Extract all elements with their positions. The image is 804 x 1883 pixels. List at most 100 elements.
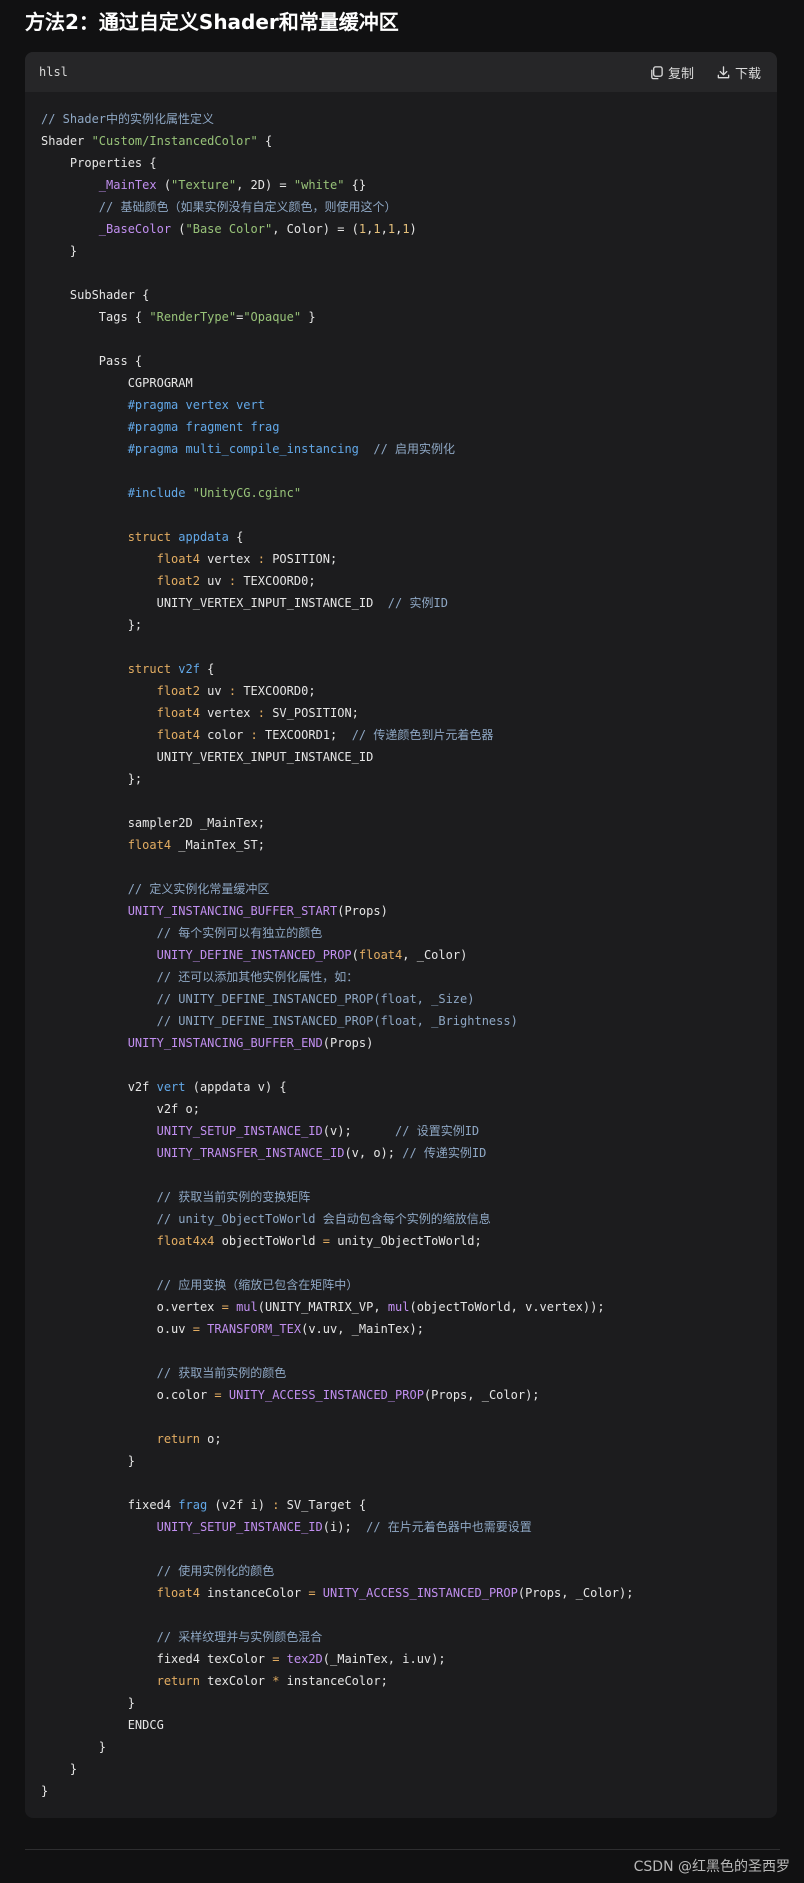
code-token: vertex vert — [178, 398, 265, 412]
code-token: // 定义实例化常量缓冲区 — [41, 882, 270, 896]
code-token: // 应用变换（缩放已包含在矩阵中） — [41, 1278, 359, 1292]
code-token: = — [221, 1300, 229, 1314]
code-token: return — [41, 1674, 200, 1688]
code-token: appdata — [171, 530, 229, 544]
code-token: sampler2D _MainTex; — [41, 816, 265, 830]
code-line: _MainTex ("Texture", 2D) = "white" {} — [41, 174, 761, 196]
code-token: TRANSFORM_TEX — [199, 1322, 302, 1336]
download-icon — [717, 65, 730, 78]
code-token: v2f — [41, 1080, 157, 1094]
code-token: UNITY_SETUP_INSTANCE_ID — [41, 1124, 323, 1138]
code-token: "UnityCG.cginc" — [185, 486, 302, 500]
code-token: Properties { — [41, 156, 157, 170]
code-token: (Props) — [322, 1036, 374, 1050]
code-line: UNITY_DEFINE_INSTANCED_PROP(float4, _Col… — [41, 944, 761, 966]
code-token: // 还可以添加其他实例化属性，如： — [41, 970, 359, 984]
code-token: POSITION; — [264, 552, 338, 566]
code-token: } — [41, 1784, 49, 1798]
code-token: v2f — [171, 662, 200, 676]
code-token: : — [228, 574, 237, 588]
copy-icon — [651, 65, 663, 79]
code-token: // 获取当前实例的颜色 — [41, 1366, 287, 1380]
code-token: "Base Color" — [185, 222, 273, 236]
code-line: // 基础颜色（如果实例没有自定义颜色，则使用这个） — [41, 196, 761, 218]
code-token: UNITY_VERTEX_INPUT_INSTANCE_ID — [41, 596, 374, 610]
code-token: // 启用实例化 — [358, 442, 456, 456]
code-token: }; — [41, 618, 143, 632]
code-token: tex2D — [279, 1652, 323, 1666]
code-token: (v.uv, _MainTex); — [301, 1322, 424, 1336]
code-token: _MainTex_ST; — [171, 838, 265, 852]
code-line: }; — [41, 614, 761, 636]
code-token: // 获取当前实例的变换矩阵 — [41, 1190, 311, 1204]
code-line: float4 _MainTex_ST; — [41, 834, 761, 856]
code-line: #pragma fragment frag — [41, 416, 761, 438]
code-line: ​ — [41, 1406, 761, 1428]
code-line: ENDCG — [41, 1714, 761, 1736]
code-line: Pass { — [41, 350, 761, 372]
code-token: #pragma — [41, 398, 179, 412]
code-token: struct — [41, 662, 172, 676]
code-token: float4 — [41, 728, 200, 742]
code-token: : — [257, 552, 265, 566]
code-line: } — [41, 1736, 761, 1758]
code-line: // 采样纹理并与实例颜色混合 — [41, 1626, 761, 1648]
code-line: UNITY_SETUP_INSTANCE_ID(v); // 设置实例ID — [41, 1120, 761, 1142]
code-line: o.vertex = mul(UNITY_MATRIX_VP, mul(obje… — [41, 1296, 761, 1318]
code-token: instanceColor — [199, 1586, 309, 1600]
code-line: fixed4 texColor = tex2D(_MainTex, i.uv); — [41, 1648, 761, 1670]
code-token: : — [228, 684, 237, 698]
code-token: // Shader中的实例化属性定义 — [41, 112, 215, 126]
code-token: // unity_ObjectToWorld 会自动包含每个实例的缩放信息 — [41, 1212, 491, 1226]
code-token: // 实例ID — [373, 596, 448, 610]
copy-button[interactable]: 复制 — [649, 63, 694, 82]
code-line: SubShader { — [41, 284, 761, 306]
code-token: (v, o); — [344, 1146, 396, 1160]
code-token: float4x4 — [41, 1234, 215, 1248]
code-token: "Custom/InstancedColor" — [91, 134, 258, 148]
code-line: ​ — [41, 1340, 761, 1362]
code-token: o.vertex — [41, 1300, 222, 1314]
code-token: UNITY_TRANSFER_INSTANCE_ID — [41, 1146, 345, 1160]
code-token: (Props, _Color); — [423, 1388, 540, 1402]
code-line: } — [41, 1758, 761, 1780]
code-token: }; — [41, 772, 143, 786]
code-token: UNITY_SETUP_INSTANCE_ID — [41, 1520, 323, 1534]
code-token: , Color) = ( — [272, 222, 359, 236]
code-token: = — [322, 1234, 330, 1248]
code-token: UNITY_VERTEX_INPUT_INSTANCE_ID — [41, 750, 374, 764]
code-line: } — [41, 1450, 761, 1472]
code-line: } — [41, 1780, 761, 1802]
code-token: : — [250, 728, 258, 742]
download-button[interactable]: 下载 — [716, 63, 761, 82]
code-token: objectToWorld — [214, 1234, 323, 1248]
code-line: UNITY_SETUP_INSTANCE_ID(i); // 在片元着色器中也需… — [41, 1516, 761, 1538]
code-line: } — [41, 240, 761, 262]
code-line: ​ — [41, 262, 761, 284]
code-token: = — [308, 1586, 316, 1600]
code-token: return — [41, 1432, 200, 1446]
code-token: , _Color) — [402, 948, 468, 962]
code-token: (objectToWorld, v.vertex)); — [409, 1300, 605, 1314]
code-line: return o; — [41, 1428, 761, 1450]
code-token: ENDCG — [41, 1718, 164, 1732]
code-token: = — [192, 1322, 200, 1336]
code-line: // 还可以添加其他实例化属性，如： — [41, 966, 761, 988]
code-token: #include — [41, 486, 186, 500]
code-token: (v); — [322, 1124, 352, 1138]
code-line: v2f vert (appdata v) { — [41, 1076, 761, 1098]
code-content: // Shader中的实例化属性定义 Shader "Custom/Instanc… — [25, 92, 777, 1802]
code-token: } — [41, 1762, 78, 1776]
section-heading: 方法2：通过自定义Shader和常量缓冲区 — [25, 10, 399, 34]
code-token: Shader — [41, 134, 92, 148]
code-token: mul — [228, 1300, 258, 1314]
code-block: hlsl 复制 下载 // Shader中的实例化属性定义 Shader "Cus… — [25, 52, 777, 1818]
code-token: fixed4 texColor — [41, 1652, 273, 1666]
code-token: ( — [351, 948, 359, 962]
code-line: fixed4 frag (v2f i) : SV_Target { — [41, 1494, 761, 1516]
code-token: o.uv — [41, 1322, 193, 1336]
code-token: : — [257, 706, 265, 720]
code-line: float4 vertex : SV_POSITION; — [41, 702, 761, 724]
code-line: float2 uv : TEXCOORD0; — [41, 570, 761, 592]
code-token: UNITY_INSTANCING_BUFFER_END — [41, 1036, 323, 1050]
